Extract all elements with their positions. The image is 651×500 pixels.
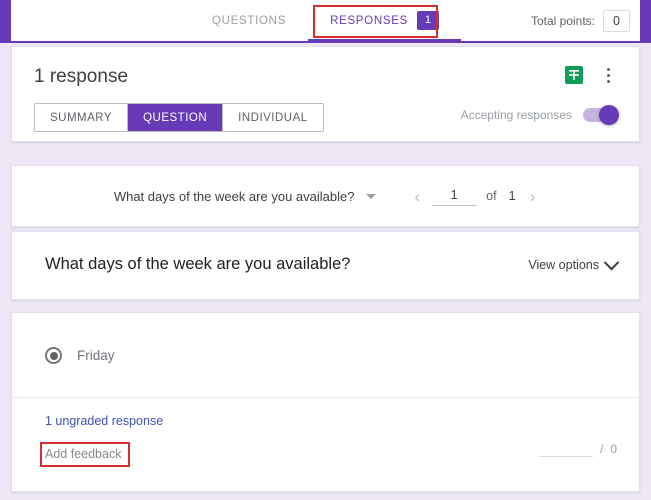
view-mode-segmented-control: SUMMARY QUESTION INDIVIDUAL [34,103,324,132]
toggle-knob [599,105,619,125]
score-separator: / [599,442,604,456]
google-forms-responses-page: QUESTIONS RESPONSES 1 Total points: 0 1 … [0,0,651,500]
caret-down-icon [366,193,377,199]
chevron-right-icon[interactable]: › [528,188,538,205]
segment-summary-label: SUMMARY [50,111,113,124]
score-input[interactable] [538,439,593,457]
card-divider [12,397,639,398]
responses-header-card: 1 response SUMMARY QUESTION INDIVIDUAL A… [11,46,640,142]
score-max-value: 0 [610,442,617,456]
answer-option-label: Friday [77,348,115,363]
accepting-responses-label: Accepting responses [460,108,572,122]
radio-selected-icon [45,347,62,364]
more-options-kebab-icon[interactable] [599,65,617,85]
total-points-value[interactable]: 0 [603,9,630,32]
tab-responses-label: RESPONSES [330,14,408,27]
radio-dot [49,351,58,360]
tab-strip: QUESTIONS RESPONSES 1 Total points: 0 [11,0,640,41]
google-sheets-icon[interactable] [565,66,583,84]
accepting-responses-control: Accepting responses [460,103,619,127]
add-feedback-button[interactable]: Add feedback [45,447,121,461]
total-points: Total points: 0 [531,0,630,41]
pager-of-label: of [486,189,497,203]
answer-grading-card: Friday 1 ungraded response Add feedback … [11,312,640,492]
segment-question[interactable]: QUESTION [128,104,224,131]
question-selector-dropdown[interactable]: What days of the week are you available? [114,189,377,204]
total-points-label: Total points: [530,13,595,28]
question-title: What days of the week are you available? [45,255,351,273]
question-selector-label: What days of the week are you available? [113,188,355,204]
score-field-group: / 0 [538,439,617,457]
top-purple-bar: QUESTIONS RESPONSES 1 Total points: 0 [0,0,651,43]
view-options-label: View options [528,258,599,272]
segment-individual-label: INDIVIDUAL [238,111,308,124]
kebab-dot [606,79,610,83]
responses-count-badge: 1 [416,11,439,30]
chevron-down-icon [603,254,620,270]
accepting-responses-toggle[interactable] [583,105,619,125]
view-options-button[interactable]: View options [528,254,620,272]
kebab-dot [606,73,610,77]
answer-option-row[interactable]: Friday [45,347,115,364]
page-number-input[interactable]: 1 [432,187,477,206]
chevron-left-icon[interactable]: ‹ [412,188,422,205]
segment-question-label: QUESTION [143,111,208,124]
segment-summary[interactable]: SUMMARY [35,104,129,131]
ungraded-response-link[interactable]: 1 ungraded response [45,414,163,428]
question-navigator: What days of the week are you available?… [12,166,639,226]
segment-individual[interactable]: INDIVIDUAL [223,104,323,131]
tab-questions-label: QUESTIONS [212,14,287,27]
page-total-count: 1 [508,189,516,203]
kebab-dot [606,67,610,71]
question-navigator-card: What days of the week are you available?… [11,165,640,227]
response-count-title: 1 response [34,66,129,87]
tab-responses[interactable]: RESPONSES 1 [308,0,461,41]
question-title-card: What days of the week are you available?… [11,231,640,300]
question-pager: ‹ 1 of 1 › [412,187,537,206]
tab-questions[interactable]: QUESTIONS [190,0,308,41]
